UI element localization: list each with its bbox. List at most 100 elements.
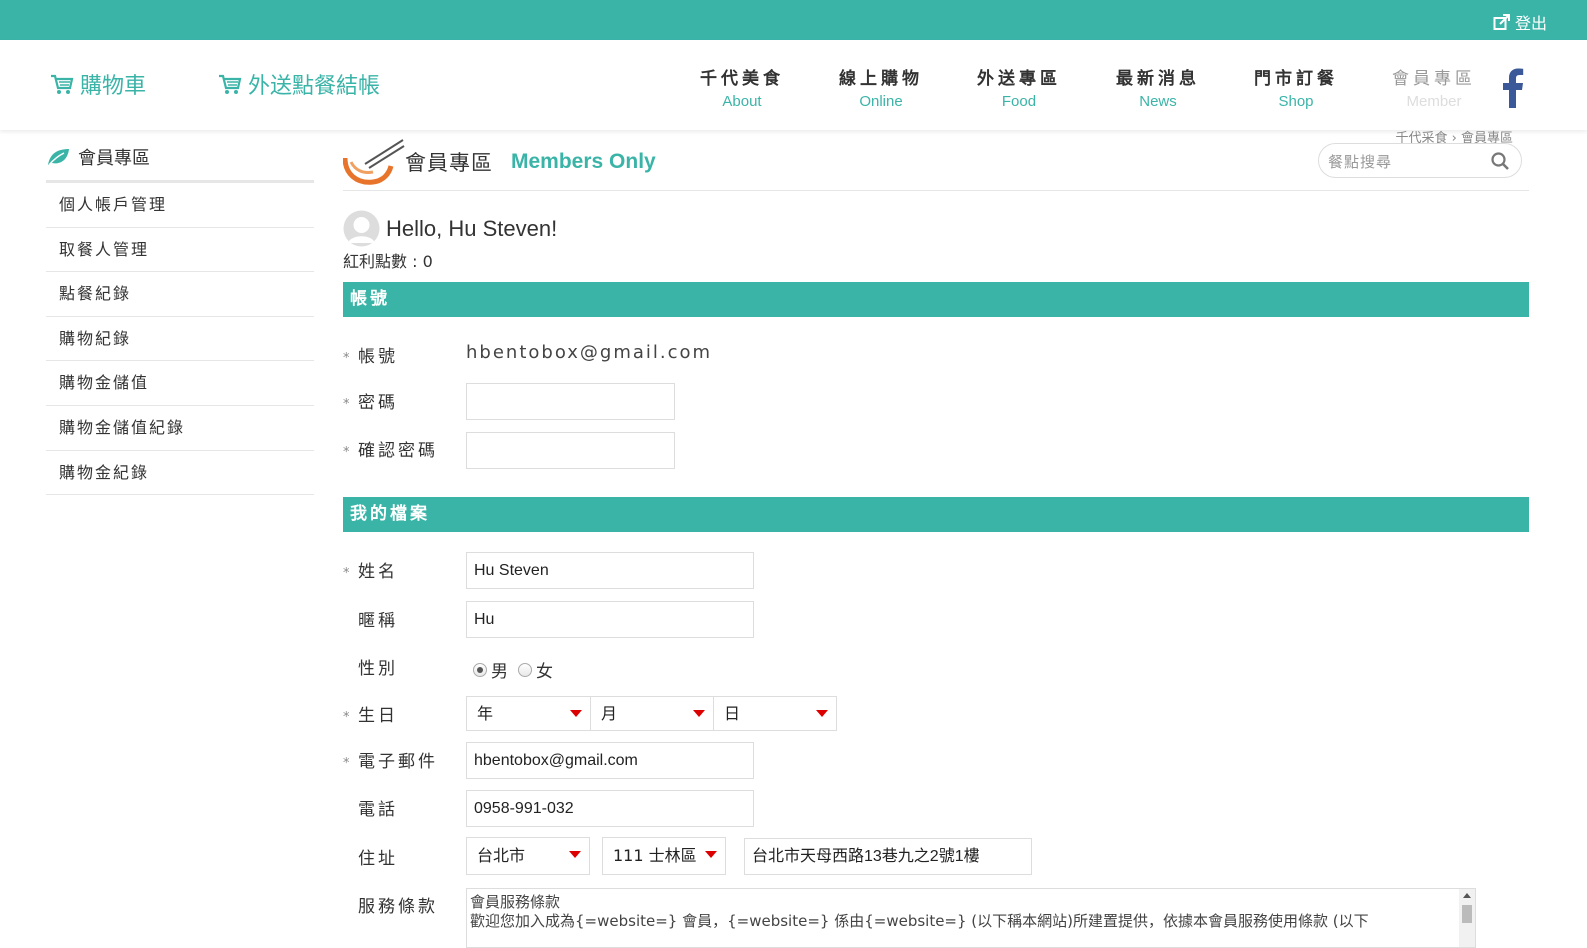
nickname-field[interactable]: Hu <box>466 601 754 638</box>
required-mark: * <box>343 351 353 366</box>
chevron-down-icon <box>569 851 581 858</box>
confirm-password-field[interactable] <box>466 432 675 469</box>
birthday-day-value: 日 <box>724 704 741 723</box>
bonus-points: 紅利點數 : 0 <box>343 252 433 271</box>
page-title-en: Members Only <box>511 150 656 173</box>
greeting-text: Hello, Hu Steven! <box>386 215 558 241</box>
email-label-text: 電子郵件 <box>358 752 438 772</box>
district-value: 111 士林區 <box>613 846 697 865</box>
chevron-down-icon <box>705 851 717 858</box>
sidebar-item-purchase-history[interactable]: 購物紀錄 <box>46 317 314 362</box>
page-title-zh: 會員專區 <box>405 151 493 175</box>
birthday-month-select[interactable]: 月 <box>590 696 714 731</box>
nav-online[interactable]: 線上購物 Online <box>826 64 936 110</box>
scroll-up-icon[interactable] <box>1463 893 1471 898</box>
confirm-password-label: * 確認密碼 <box>343 436 438 461</box>
nav-label-en: Online <box>859 93 903 110</box>
required-mark: * <box>343 756 353 771</box>
account-label-text: 帳號 <box>358 347 398 367</box>
cart-link[interactable]: 購物車 <box>50 68 146 100</box>
sidebar-item-topup-history[interactable]: 購物金儲值紀錄 <box>46 406 314 451</box>
top-bar: 登出 <box>0 0 1587 40</box>
district-select[interactable]: 111 士林區 <box>602 837 726 875</box>
required-mark: * <box>343 566 353 581</box>
page-header: 會員專區 Members Only <box>343 138 656 186</box>
birthday-year-select[interactable]: 年 <box>466 696 591 731</box>
nav-label-zh: 會員專區 <box>1392 69 1476 89</box>
delivery-checkout-label: 外送點餐結帳 <box>248 74 381 99</box>
birthday-label: * 生日 <box>343 701 398 726</box>
birthday-year-value: 年 <box>477 704 494 723</box>
logout-link[interactable]: 登出 <box>1493 10 1547 34</box>
nav-label-en: News <box>1139 93 1177 110</box>
section-account-heading: 帳號 <box>343 282 1529 317</box>
nickname-label-text: 暱稱 <box>358 611 398 631</box>
bowl-logo-icon <box>343 139 405 185</box>
scrollbar[interactable] <box>1459 889 1475 947</box>
search-input[interactable]: 餐點搜尋 <box>1318 143 1522 178</box>
terms-label: 服務條款 <box>343 892 438 917</box>
nav-label-zh: 外送專區 <box>977 69 1061 89</box>
terms-line: 歡迎您加入成為{=website=} 會員，{=website=} 係由{=we… <box>470 912 1369 930</box>
password-field[interactable] <box>466 383 675 420</box>
nav-label-zh: 千代美食 <box>700 69 784 89</box>
nav-news[interactable]: 最新消息 News <box>1103 64 1213 110</box>
terms-textarea[interactable]: 會員服務條款 歡迎您加入成為{=website=} 會員，{=website=}… <box>466 888 1476 948</box>
share-out-icon <box>1493 14 1510 30</box>
city-select[interactable]: 台北市 <box>466 837 590 875</box>
address-label: 住址 <box>343 844 398 869</box>
required-mark: * <box>343 445 353 460</box>
password-label: * 密碼 <box>343 388 398 413</box>
phone-label-text: 電話 <box>358 800 398 820</box>
chevron-down-icon <box>693 710 705 717</box>
nav-member[interactable]: 會員專區 Member <box>1379 64 1489 110</box>
gender-female-radio[interactable] <box>518 662 532 677</box>
account-value: hbentobox@gmail.com <box>466 342 713 363</box>
nav-shop[interactable]: 門市訂餐 Shop <box>1241 64 1351 110</box>
gender-female-label: 女 <box>536 662 553 682</box>
nav-label-en: Food <box>1001 93 1037 110</box>
sidebar-item-credit-history[interactable]: 購物金紀錄 <box>46 451 314 496</box>
sidebar-item-pickup[interactable]: 取餐人管理 <box>46 228 314 273</box>
sidebar-item-topup[interactable]: 購物金儲值 <box>46 361 314 406</box>
greeting: Hello, Hu Steven! <box>343 210 557 247</box>
nav-label-zh: 最新消息 <box>1116 69 1200 89</box>
confirm-password-label-text: 確認密碼 <box>358 441 438 461</box>
delivery-checkout-link[interactable]: 外送點餐結帳 <box>218 68 380 100</box>
required-mark: * <box>343 710 353 725</box>
facebook-icon[interactable] <box>1500 68 1524 108</box>
cart-icon <box>51 74 74 94</box>
nickname-label: 暱稱 <box>343 606 398 631</box>
name-field[interactable]: Hu Steven <box>466 552 754 589</box>
chevron-down-icon <box>816 710 828 717</box>
email-field[interactable]: hbentobox@gmail.com <box>466 742 754 779</box>
sidebar-title-label: 會員專區 <box>78 148 150 169</box>
header: 購物車 外送點餐結帳 千代美食 About 線上購物 Online 外送專區 F… <box>0 40 1587 130</box>
birthday-month-value: 月 <box>601 704 618 723</box>
name-label: * 姓名 <box>343 557 398 582</box>
gender-label-text: 性別 <box>358 659 398 679</box>
birthday-label-text: 生日 <box>358 706 398 726</box>
nav-food[interactable]: 外送專區 Food <box>964 64 1074 110</box>
search-icon[interactable] <box>1491 152 1509 170</box>
nav-label-en: About <box>722 93 762 110</box>
scrollbar-thumb[interactable] <box>1462 905 1472 923</box>
name-label-text: 姓名 <box>358 562 398 582</box>
phone-field[interactable]: 0958-991-032 <box>466 790 754 827</box>
city-value: 台北市 <box>477 846 526 865</box>
gender-male-radio[interactable] <box>473 662 487 677</box>
required-mark: * <box>343 397 353 412</box>
avatar-icon <box>343 210 380 247</box>
chevron-down-icon <box>570 710 582 717</box>
sidebar-item-account[interactable]: 個人帳戶管理 <box>46 183 314 228</box>
password-label-text: 密碼 <box>358 393 398 413</box>
nav-about[interactable]: 千代美食 About <box>687 64 797 110</box>
nav-label-zh: 門市訂餐 <box>1254 69 1338 89</box>
terms-label-text: 服務條款 <box>358 897 438 917</box>
nav-label-en: Member <box>1406 93 1462 110</box>
street-address-field[interactable]: 台北市天母西路13巷九之2號1樓 <box>744 838 1032 875</box>
sidebar-item-order-history[interactable]: 點餐紀錄 <box>46 272 314 317</box>
gender-radio-group: 男 女 <box>473 657 553 682</box>
birthday-day-select[interactable]: 日 <box>713 696 837 731</box>
logout-label: 登出 <box>1514 14 1547 33</box>
